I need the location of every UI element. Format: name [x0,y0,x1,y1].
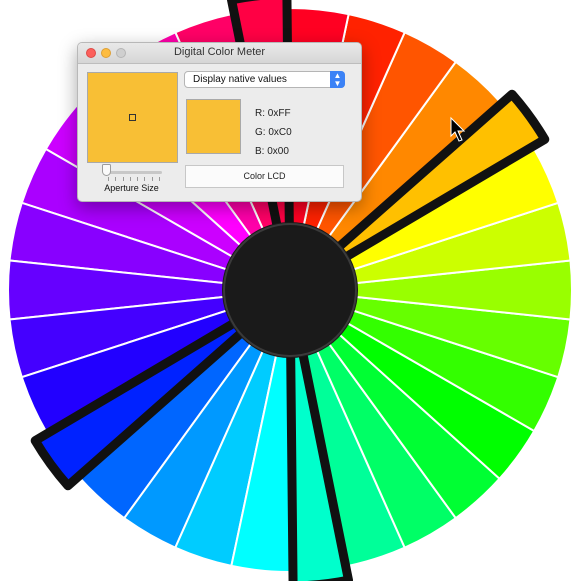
title-bar[interactable]: Digital Color Meter [78,43,361,64]
aperture-size-label: Aperture Size [104,183,159,193]
window-title: Digital Color Meter [173,46,266,58]
aperture-size-slider[interactable] [106,171,162,174]
blue-value: B: 0x00 [255,146,289,157]
color-swatch [186,99,241,154]
red-value: R: 0xFF [255,108,291,119]
rgb-values: R: 0xFF G: 0xC0 B: 0x00 [255,104,292,161]
display-mode-select[interactable]: Display native values ▲ ▼ [184,71,345,88]
digital-color-meter-window: Digital Color Meter Aperture Size Displa… [77,42,362,202]
slider-ticks [108,177,160,181]
aperture-slider-knob[interactable] [102,164,111,176]
display-mode-value: Display native values [193,74,287,85]
green-value: G: 0xC0 [255,127,292,138]
chevron-updown-icon[interactable]: ▲ ▼ [330,71,345,88]
wheel-hub [222,222,358,358]
color-profile-field: Color LCD [185,165,344,188]
aperture-square-icon [129,114,136,121]
magnified-preview [87,72,178,163]
